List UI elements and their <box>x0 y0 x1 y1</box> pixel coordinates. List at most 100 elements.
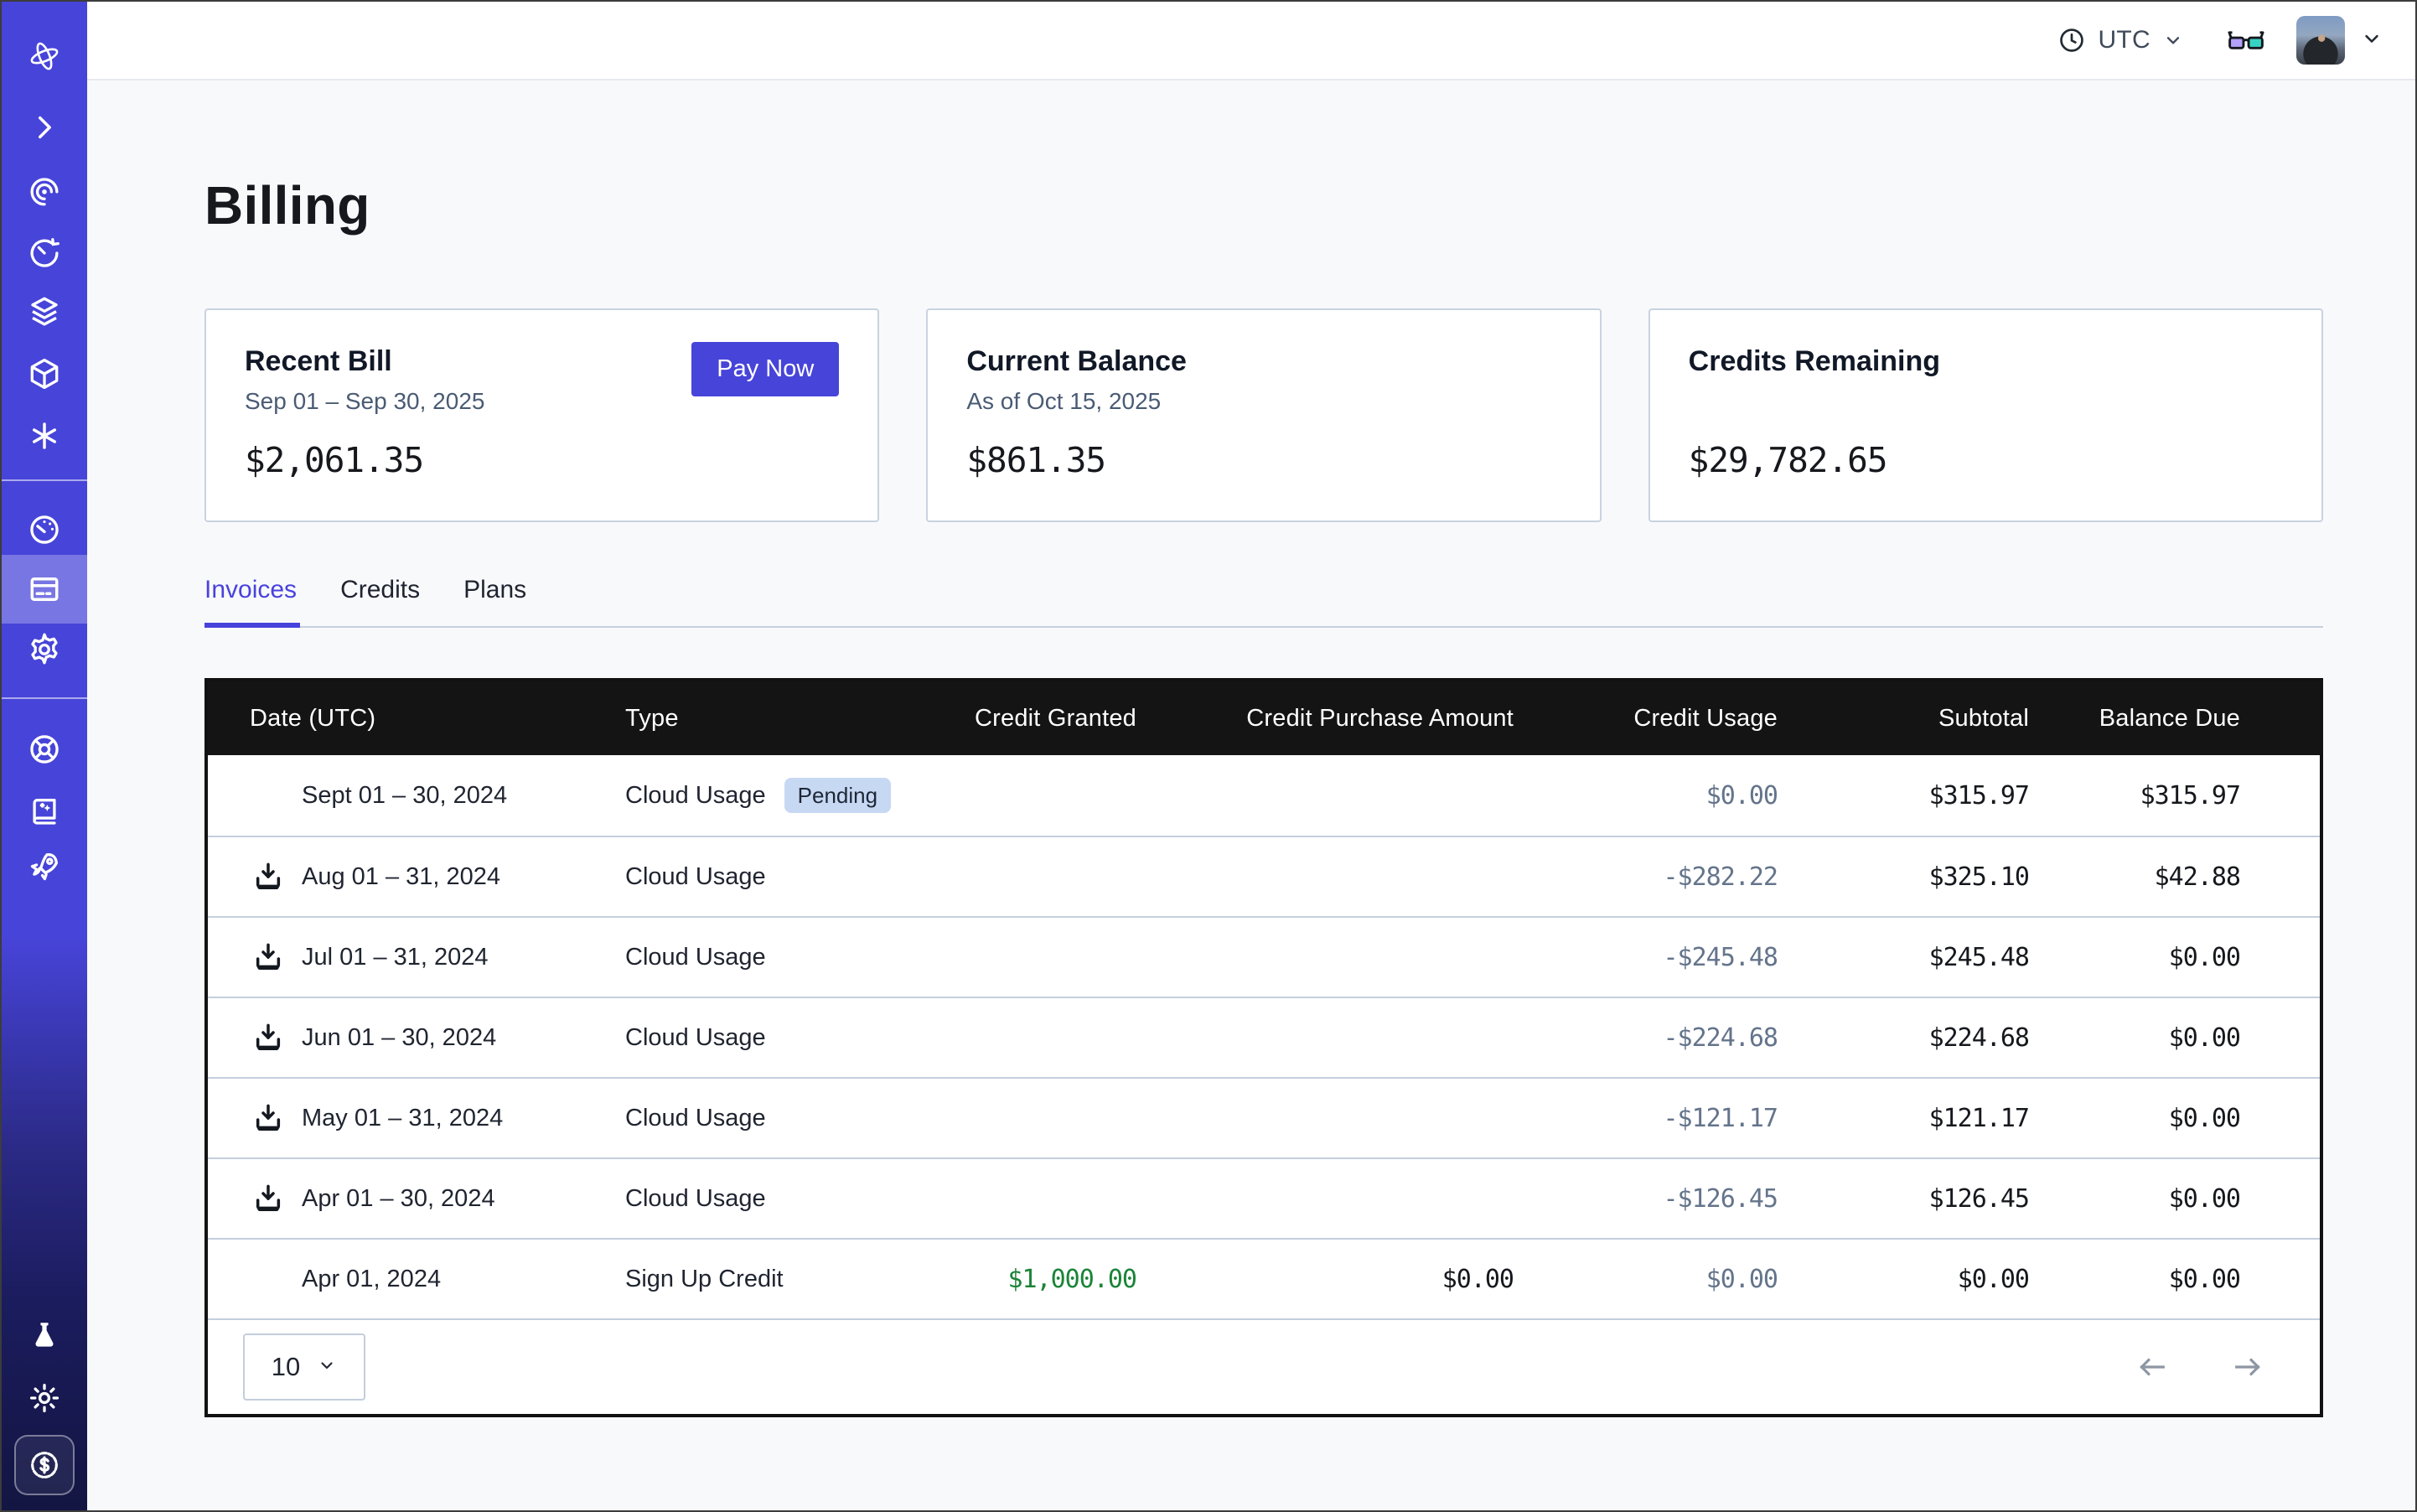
user-avatar[interactable] <box>2296 16 2345 65</box>
invoice-type: Cloud Usage <box>625 782 766 810</box>
settings-gear-icon[interactable] <box>2 630 87 667</box>
invoice-row: Apr 01 – 30, 2024 Cloud Usage -$126.45 $… <box>208 1157 2320 1238</box>
balance-due-value: $0.00 <box>2029 1023 2320 1053</box>
balance-due-value: $315.97 <box>2029 781 2320 810</box>
previous-page-button[interactable] <box>2132 1347 2172 1387</box>
invoice-date: Sept 01 – 30, 2024 <box>302 782 507 810</box>
theme-sun-icon[interactable] <box>2 1380 87 1416</box>
balance-as-of: As of Oct 15, 2025 <box>966 388 1560 418</box>
download-invoice-button[interactable] <box>250 939 287 976</box>
chevron-down-icon <box>2162 29 2184 51</box>
support-helm-icon[interactable] <box>2 731 87 768</box>
credit-usage-value: -$224.68 <box>1514 1023 1778 1053</box>
billing-tabs: Invoices Credits Plans <box>204 576 2323 628</box>
docs-book-icon[interactable] <box>2 793 87 830</box>
credit-usage-value: -$121.17 <box>1514 1104 1778 1133</box>
chevron-down-icon <box>317 1355 337 1380</box>
recent-bill-amount: $2,061.35 <box>245 440 839 480</box>
balance-due-value: $0.00 <box>2029 943 2320 972</box>
tab-credits[interactable]: Credits <box>340 576 423 628</box>
download-invoice-button[interactable] <box>250 1180 287 1217</box>
account-chevron-down-icon <box>2360 27 2383 54</box>
download-invoice-button[interactable] <box>250 858 287 895</box>
credit-usage-value: -$126.45 <box>1514 1184 1778 1214</box>
invoice-type-cell: Cloud Usage <box>625 944 927 971</box>
invoice-type: Cloud Usage <box>625 1024 766 1052</box>
expand-sidebar-icon[interactable] <box>2 109 87 146</box>
subtotal-value: $121.17 <box>1778 1104 2029 1133</box>
timezone-picker[interactable]: UTC <box>2057 26 2184 54</box>
page-size-select[interactable]: 10 <box>243 1333 365 1401</box>
invoice-type-cell: Cloud Usage <box>625 1105 927 1132</box>
download-invoice-button[interactable] <box>250 1019 287 1056</box>
billing-page: UTC Billing Recent Bill Sep 01 – Sep 30,… <box>0 0 2417 1512</box>
subtotal-value: $0.00 <box>1778 1265 2029 1294</box>
credits-remaining-amount: $29,782.65 <box>1689 440 2283 480</box>
recent-bill-card: Recent Bill Sep 01 – Sep 30, 2025 $2,061… <box>204 308 879 522</box>
invoice-date-cell: Apr 01 – 30, 2024 <box>208 1180 625 1217</box>
summary-cards: Recent Bill Sep 01 – Sep 30, 2025 $2,061… <box>204 308 2323 522</box>
col-type: Type <box>625 705 927 733</box>
rocket-icon[interactable] <box>2 848 87 885</box>
current-balance-card: Current Balance As of Oct 15, 2025 $861.… <box>926 308 1601 522</box>
credit-usage-value: -$245.48 <box>1514 943 1778 972</box>
credit-usage-value: $0.00 <box>1514 1265 1778 1294</box>
balance-due-value: $0.00 <box>2029 1265 2320 1294</box>
next-page-button[interactable] <box>2228 1347 2268 1387</box>
subtotal-value: $325.10 <box>1778 862 2029 892</box>
credit-granted-value: $1,000.00 <box>927 1265 1136 1294</box>
topbar: UTC <box>87 2 2415 80</box>
invoice-row: Aug 01 – 31, 2024 Cloud Usage -$282.22 $… <box>208 836 2320 916</box>
card-subtitle-spacer <box>1689 388 2283 418</box>
clock-icon <box>2057 26 2086 54</box>
invoice-type: Sign Up Credit <box>625 1266 784 1293</box>
invoice-type-cell: Cloud Usage <box>625 1185 927 1213</box>
invoice-row: Jun 01 – 30, 2024 Cloud Usage -$224.68 $… <box>208 997 2320 1077</box>
download-invoice-button[interactable] <box>250 1100 287 1137</box>
subtotal-value: $126.45 <box>1778 1184 2029 1214</box>
glasses-icon[interactable] <box>2226 26 2266 54</box>
invoice-date: Aug 01 – 31, 2024 <box>302 863 500 891</box>
page-size-value: 10 <box>272 1352 300 1382</box>
invoice-type-cell: Sign Up Credit <box>625 1266 927 1293</box>
invoice-type: Cloud Usage <box>625 944 766 971</box>
invoice-date-cell: Aug 01 – 31, 2024 <box>208 858 625 895</box>
asterisk-icon[interactable] <box>2 417 87 454</box>
invoice-date: Apr 01 – 30, 2024 <box>302 1185 495 1213</box>
sidebar-divider <box>2 697 87 699</box>
invoice-date-cell: Jul 01 – 31, 2024 <box>208 939 625 976</box>
layers-icon[interactable] <box>2 293 87 330</box>
billing-card-icon[interactable] <box>2 571 87 608</box>
pay-now-button[interactable]: Pay Now <box>691 342 839 396</box>
tracing-icon[interactable] <box>2 173 87 210</box>
card-title: Credits Remaining <box>1689 345 2283 378</box>
timer-icon[interactable] <box>2 235 87 272</box>
credit-usage-value: -$282.22 <box>1514 862 1778 892</box>
timezone-label: UTC <box>2098 26 2150 54</box>
current-balance-amount: $861.35 <box>966 440 1560 480</box>
account-menu[interactable] <box>2296 16 2383 65</box>
col-subtotal: Subtotal <box>1778 705 2029 733</box>
invoice-date-cell: Sept 01 – 30, 2024 <box>208 777 625 814</box>
credit-purchase-amount-value: $0.00 <box>1136 1265 1514 1294</box>
table-footer: 10 <box>208 1318 2320 1414</box>
invoice-type-cell: Cloud Usage <box>625 1024 927 1052</box>
usage-gauge-icon[interactable] <box>2 511 87 548</box>
tab-invoices[interactable]: Invoices <box>204 576 300 628</box>
status-badge: Pending <box>784 778 891 813</box>
col-credit-granted: Credit Granted <box>927 705 1136 733</box>
labs-flask-icon[interactable] <box>2 1318 87 1354</box>
col-credit-usage: Credit Usage <box>1514 705 1778 733</box>
rewards-dollar-icon[interactable] <box>14 1435 75 1495</box>
invoice-type-cell: Cloud Usage <box>625 863 927 891</box>
invoice-type: Cloud Usage <box>625 1105 766 1132</box>
credits-remaining-card: Credits Remaining $29,782.65 <box>1648 308 2323 522</box>
invoice-date: May 01 – 31, 2024 <box>302 1105 503 1132</box>
invoice-date-cell: May 01 – 31, 2024 <box>208 1100 625 1137</box>
balance-due-value: $0.00 <box>2029 1104 2320 1133</box>
pagination-controls <box>2132 1347 2268 1387</box>
subtotal-value: $245.48 <box>1778 943 2029 972</box>
cube-icon[interactable] <box>2 355 87 392</box>
logo-icon[interactable] <box>2 38 87 75</box>
tab-plans[interactable]: Plans <box>463 576 530 628</box>
